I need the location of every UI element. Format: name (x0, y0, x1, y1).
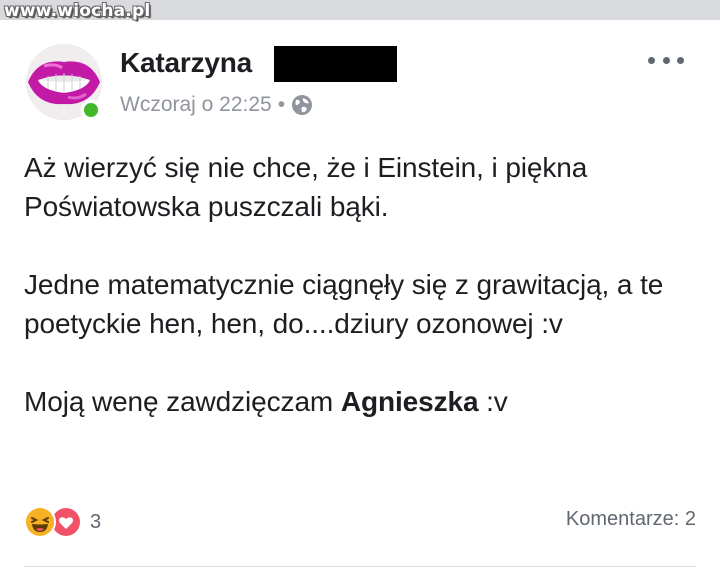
dot (677, 56, 684, 64)
meta-separator: • (277, 93, 286, 116)
dot (648, 56, 655, 64)
post-paragraph-1: Aż wierzyć się nie chce, że i Einstein, … (24, 152, 588, 222)
haha-icon (24, 506, 56, 538)
reactions-summary[interactable]: 3 (24, 504, 101, 540)
post-paragraph-3: Moją wenę zawdzięczam Agnieszka :v (24, 382, 694, 421)
post-paragraph-2: Jedne matematycznie ciągnęły się z grawi… (24, 269, 664, 339)
post-body: Aż wierzyć się nie chce, że i Einstein, … (24, 148, 694, 421)
comments-count-link[interactable]: Komentarze: 2 (566, 508, 696, 531)
post-timestamp[interactable]: Wczoraj o 22:25 (120, 93, 272, 117)
site-watermark: www.wiocha.pl (4, 1, 151, 21)
post-meta: Wczoraj o 22:25 • (120, 90, 313, 120)
author-name[interactable]: Katarzyna (120, 45, 252, 81)
paragraph-3-suffix: :v (478, 386, 508, 417)
paragraph-3-prefix: Moją wenę zawdzięczam (24, 386, 341, 417)
globe-icon[interactable] (291, 94, 313, 116)
facebook-post-screenshot: www.wiocha.pl Katarzyna Wczoraj o 22:25 … (0, 0, 720, 584)
more-horizontal-icon[interactable] (648, 50, 684, 70)
reaction-count: 3 (90, 510, 102, 533)
redacted-surname (274, 46, 397, 82)
mention-link[interactable]: Agnieszka (341, 386, 479, 417)
online-status-indicator (81, 100, 101, 120)
divider (24, 566, 696, 567)
dot (662, 56, 670, 64)
